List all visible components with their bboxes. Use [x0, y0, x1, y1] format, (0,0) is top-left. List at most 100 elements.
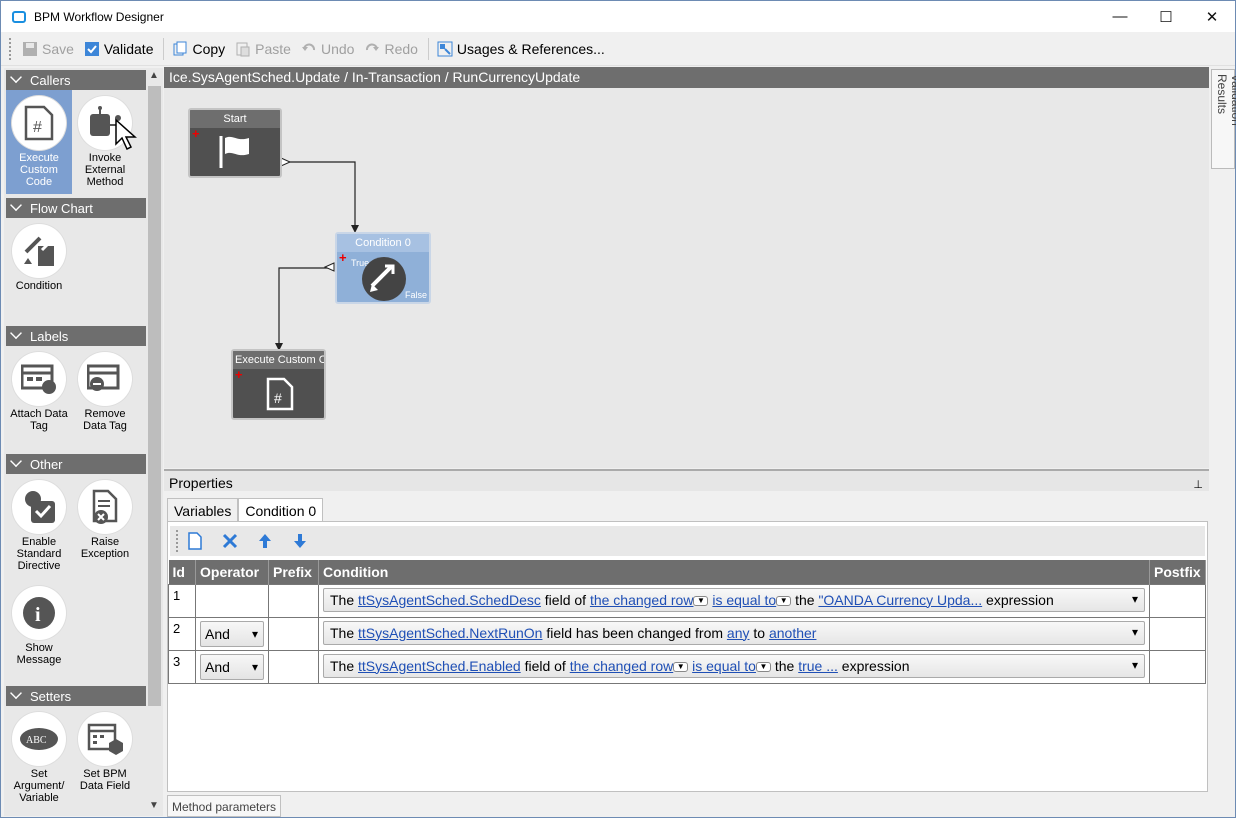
- paste-button[interactable]: Paste: [235, 37, 291, 61]
- data-field-icon: [78, 712, 132, 766]
- tool-raise-exception[interactable]: Raise Exception: [72, 474, 138, 560]
- validation-results-tab[interactable]: Validation Results: [1211, 69, 1236, 169]
- operator-select[interactable]: And: [200, 620, 264, 647]
- execute-custom-code-node[interactable]: Execute Custom Co + #: [231, 349, 326, 420]
- row-link[interactable]: the changed row: [590, 592, 694, 608]
- add-icon[interactable]: +: [192, 127, 200, 140]
- tab-condition-0[interactable]: Condition 0: [238, 498, 324, 523]
- chevron-down-icon: [10, 687, 22, 700]
- copy-button[interactable]: Copy: [172, 37, 225, 61]
- tool-label: Set BPM Data Field: [79, 768, 131, 792]
- field-link[interactable]: ttSysAgentSched.NextRunOn: [358, 625, 542, 641]
- from-value-link[interactable]: any: [727, 625, 750, 641]
- add-icon[interactable]: +: [339, 251, 347, 264]
- chevron-down-icon[interactable]: ▼: [755, 661, 771, 672]
- operator-link[interactable]: is equal to: [692, 658, 756, 674]
- undo-button[interactable]: Undo: [301, 37, 354, 61]
- move-down-icon[interactable]: [292, 532, 308, 550]
- table-row[interactable]: 2 And The ttSysAgentSched.NextRunOn fiel…: [168, 616, 1206, 651]
- tab-variables[interactable]: Variables: [167, 498, 239, 522]
- tool-remove-data-tag[interactable]: Remove Data Tag: [72, 346, 138, 432]
- cell-postfix[interactable]: [1149, 616, 1206, 651]
- tool-attach-data-tag[interactable]: Attach Data Tag: [6, 346, 72, 432]
- table-row[interactable]: 3 And The ttSysAgentSched.Enabled field …: [168, 649, 1206, 684]
- cell-postfix[interactable]: [1149, 649, 1206, 684]
- new-document-icon[interactable]: [187, 532, 203, 550]
- attach-tag-icon: [12, 352, 66, 406]
- condition-text: the: [770, 657, 799, 674]
- maximize-button[interactable]: ☐: [1143, 1, 1189, 32]
- usages-icon: [437, 41, 453, 56]
- method-parameters-tab[interactable]: Method parameters: [167, 795, 282, 817]
- properties-header: Properties ⊥: [164, 469, 1209, 491]
- scroll-up-icon[interactable]: ▲: [149, 70, 159, 81]
- chevron-down-icon: [10, 199, 22, 212]
- tool-show-message[interactable]: i Show Message: [6, 580, 72, 666]
- section-other[interactable]: Other: [6, 454, 146, 474]
- condition-editor[interactable]: The ttSysAgentSched.SchedDesc field of t…: [323, 587, 1145, 612]
- section-labels[interactable]: Labels: [6, 326, 146, 346]
- section-callers[interactable]: Callers: [6, 70, 146, 90]
- minimize-button[interactable]: —: [1097, 1, 1143, 32]
- code-file-icon: #: [12, 96, 66, 150]
- tool-execute-custom-code[interactable]: # Execute Custom Code: [6, 90, 72, 194]
- chevron-down-icon: [10, 455, 22, 468]
- toolbar-grip: [9, 37, 12, 60]
- column-header-operator[interactable]: Operator: [195, 560, 269, 584]
- field-link[interactable]: ttSysAgentSched.SchedDesc: [358, 592, 541, 608]
- undo-icon: [301, 42, 315, 51]
- chevron-down-icon[interactable]: ▼: [673, 661, 689, 672]
- condition-toolbar: [170, 526, 1205, 556]
- tool-label: Show Message: [16, 642, 62, 666]
- main-toolbar: Save Validate Copy Paste Undo Redo Usage…: [1, 32, 1235, 66]
- condition-text: to: [749, 624, 769, 641]
- save-button[interactable]: Save: [22, 37, 74, 61]
- condition-text: field of: [540, 591, 590, 608]
- validate-button[interactable]: Validate: [84, 37, 154, 61]
- tool-set-argument-variable[interactable]: ABC Set Argument/ Variable: [6, 706, 72, 804]
- expression-link[interactable]: true ...: [798, 658, 838, 674]
- tool-set-bpm-data-field[interactable]: Set BPM Data Field: [72, 706, 138, 792]
- section-setters[interactable]: Setters: [6, 686, 146, 706]
- copy-label: Copy: [192, 40, 226, 57]
- tool-condition[interactable]: Condition: [6, 218, 72, 292]
- cell-prefix[interactable]: [268, 583, 319, 618]
- scroll-down-icon[interactable]: ▼: [149, 800, 159, 811]
- column-header-prefix[interactable]: Prefix: [268, 560, 319, 584]
- row-link[interactable]: the changed row: [570, 658, 674, 674]
- tool-enable-standard-directive[interactable]: Enable Standard Directive: [6, 474, 72, 572]
- usages-references-button[interactable]: Usages & References...: [437, 37, 605, 61]
- condition-node[interactable]: Condition 0 + True False: [335, 232, 431, 304]
- validate-label: Validate: [103, 40, 154, 57]
- section-flow-chart[interactable]: Flow Chart: [6, 198, 146, 218]
- column-header-condition[interactable]: Condition: [318, 560, 1150, 584]
- column-header-id[interactable]: Id: [168, 560, 196, 584]
- expression-link[interactable]: "OANDA Currency Upda...: [818, 592, 982, 608]
- toolbox-scrollbar[interactable]: ▲ ▼: [146, 68, 163, 816]
- cell-operator: [195, 583, 269, 618]
- field-link[interactable]: ttSysAgentSched.Enabled: [358, 658, 521, 674]
- delete-icon[interactable]: [222, 532, 238, 550]
- to-value-link[interactable]: another: [769, 625, 816, 641]
- operator-link[interactable]: is equal to: [712, 592, 776, 608]
- table-row[interactable]: 1 The ttSysAgentSched.SchedDesc field of…: [168, 583, 1206, 618]
- operator-select[interactable]: And: [200, 653, 264, 680]
- redo-button[interactable]: Redo: [364, 37, 418, 61]
- close-button[interactable]: ✕: [1189, 1, 1235, 32]
- column-header-postfix[interactable]: Postfix: [1149, 560, 1206, 584]
- chevron-down-icon[interactable]: ▼: [776, 595, 792, 606]
- section-title: Labels: [30, 328, 69, 344]
- scrollbar-thumb[interactable]: [148, 86, 161, 706]
- workflow-canvas[interactable]: Start + Condition 0 + True False Execute…: [164, 88, 1209, 468]
- cell-prefix[interactable]: [268, 616, 319, 651]
- move-up-icon[interactable]: [257, 532, 273, 550]
- window-title: BPM Workflow Designer: [34, 9, 164, 24]
- pin-icon[interactable]: ⊥: [1193, 473, 1203, 497]
- add-icon[interactable]: +: [235, 368, 243, 381]
- condition-editor[interactable]: The ttSysAgentSched.NextRunOn field has …: [323, 620, 1145, 645]
- cell-prefix[interactable]: [268, 649, 319, 684]
- cell-postfix[interactable]: [1149, 583, 1206, 618]
- start-node[interactable]: Start +: [188, 108, 282, 178]
- chevron-down-icon[interactable]: ▼: [693, 595, 709, 606]
- condition-editor[interactable]: The ttSysAgentSched.Enabled field of the…: [323, 653, 1145, 678]
